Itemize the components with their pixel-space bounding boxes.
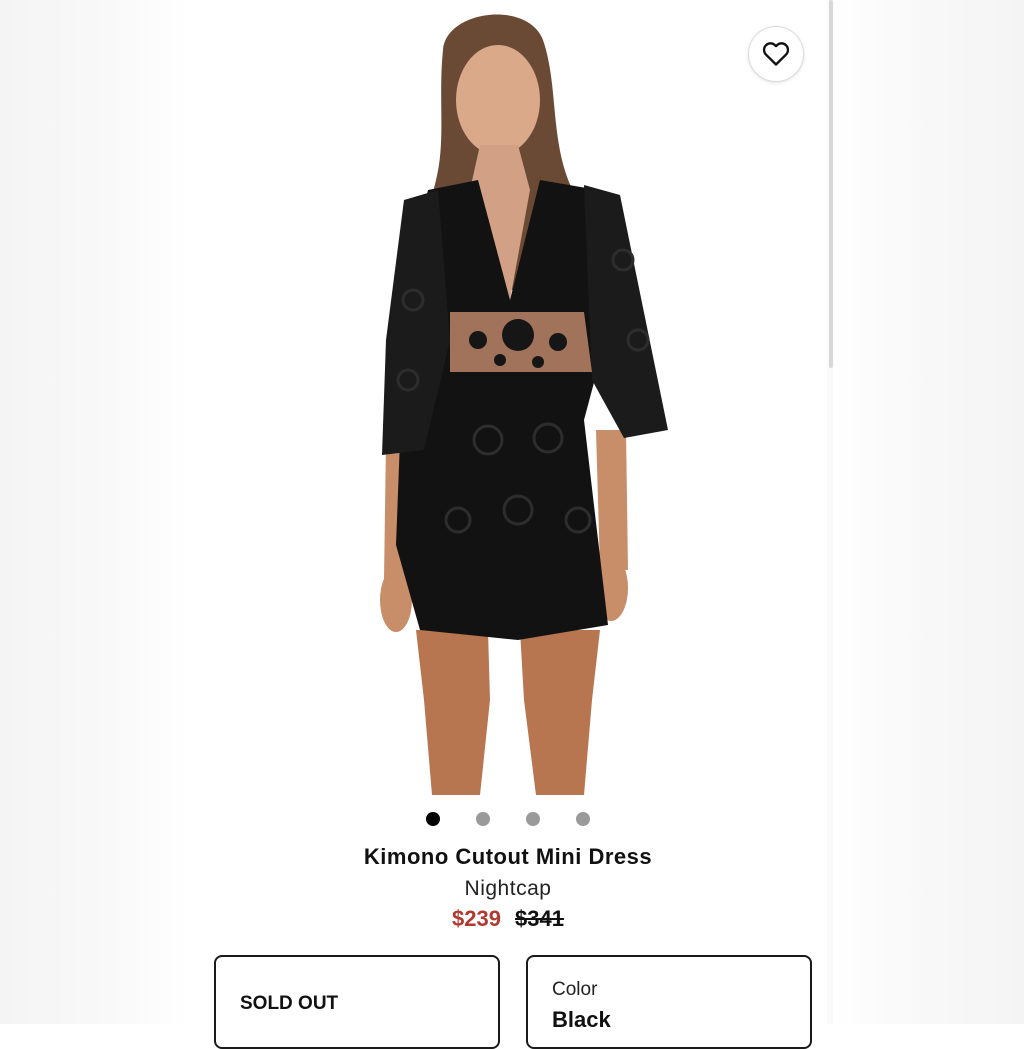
sold-out-label: SOLD OUT: [240, 993, 339, 1014]
price-row: $239 $341: [188, 906, 828, 932]
product-brand[interactable]: Nightcap: [188, 877, 828, 901]
pagination-dot-3[interactable]: [526, 812, 540, 826]
product-photo[interactable]: [188, 0, 828, 795]
heart-outline-icon: [762, 42, 790, 66]
left-backdrop: [0, 0, 188, 1024]
original-price: $341: [515, 906, 564, 931]
product-title: Kimono Cutout Mini Dress: [363, 844, 653, 869]
pagination-dot-2[interactable]: [476, 812, 490, 826]
image-pagination: [188, 812, 828, 826]
right-backdrop: [834, 0, 1024, 1024]
color-label: Color: [552, 979, 598, 1000]
pagination-dot-1[interactable]: [426, 812, 440, 826]
color-selector[interactable]: Color Black: [526, 955, 812, 1049]
color-value: Black: [552, 1007, 611, 1032]
product-card: Kimono Cutout Mini Dress Nightcap $239 $3…: [188, 0, 828, 1049]
size-selector[interactable]: SOLD OUT: [214, 955, 500, 1049]
sale-price: $239: [452, 906, 501, 931]
scrollbar-thumb[interactable]: [829, 0, 833, 368]
favorite-button[interactable]: [748, 26, 804, 82]
pagination-dot-4[interactable]: [576, 812, 590, 826]
